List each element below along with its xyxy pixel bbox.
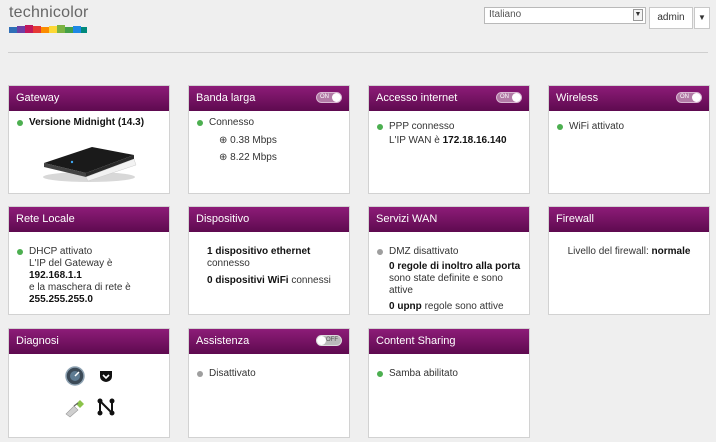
toggle-knob — [332, 93, 341, 102]
user-menu-button[interactable]: admin — [649, 7, 693, 29]
assistance-toggle[interactable]: OFF — [316, 335, 342, 346]
wan-port-rules-text: sono state definite e sono attive — [389, 273, 503, 296]
device-ethernet-text: connesso — [207, 258, 250, 269]
card-content-sharing[interactable]: Content Sharing Samba abilitato — [368, 328, 530, 438]
card-assistance-header[interactable]: Assistenza OFF — [189, 329, 349, 354]
wireless-toggle[interactable]: ON — [676, 92, 702, 103]
card-internet-header[interactable]: Accesso internet ON — [369, 86, 529, 111]
card-firewall-header[interactable]: Firewall — [549, 207, 709, 232]
wan-upnp-rules: 0 upnp regole sono attive — [389, 301, 504, 312]
toggle-knob — [692, 93, 701, 102]
lan-gateway-ip: L'IP del Gateway è 192.168.1.1 — [29, 258, 113, 281]
lan-dhcp-status: DHCP attivato — [17, 246, 161, 258]
status-dot-icon — [377, 249, 383, 255]
card-gateway[interactable]: Gateway Versione Midnight (14.3) — [8, 85, 170, 194]
brand-logo-text: technicolor — [9, 4, 89, 21]
card-title: Firewall — [556, 213, 594, 225]
internet-status: PPP connesso — [377, 121, 521, 133]
status-dot-icon — [197, 120, 203, 126]
content-sharing-status: Samba abilitato — [377, 368, 521, 380]
internet-toggle[interactable]: ON — [496, 92, 522, 103]
device-ethernet-count: 1 dispositivo ethernet — [207, 246, 311, 257]
card-firewall[interactable]: Firewall Livello del firewall: normale — [548, 206, 710, 315]
card-title: Dispositivo — [196, 213, 250, 225]
toggle-knob — [512, 93, 521, 102]
card-broadband[interactable]: Banda larga ON Connesso ⊕ 0.38 Mbps ⊕ 8.… — [188, 85, 350, 194]
shield-icon[interactable] — [99, 370, 113, 383]
status-dot-icon — [377, 124, 383, 130]
chevron-down-icon[interactable]: ▼ — [633, 9, 643, 21]
card-local-network[interactable]: Rete Locale DHCP attivato L'IP del Gatew… — [8, 206, 170, 315]
broadband-toggle[interactable]: ON — [316, 92, 342, 103]
wireless-status: WiFi attivato — [557, 121, 701, 133]
card-title: Assistenza — [196, 335, 250, 347]
lan-netmask-label: e la maschera di rete è — [29, 282, 131, 293]
firewall-level: Livello del firewall: normale — [567, 246, 691, 257]
language-select-value: Italiano — [489, 9, 522, 20]
speedometer-icon[interactable] — [65, 366, 85, 386]
status-dot-icon — [197, 371, 203, 377]
broadband-download: ⊕ 8.22 Mbps — [219, 152, 277, 163]
card-title: Wireless — [556, 92, 599, 104]
card-broadband-header[interactable]: Banda larga ON — [189, 86, 349, 111]
broadband-upload: ⊕ 0.38 Mbps — [219, 135, 277, 146]
card-wireless[interactable]: Wireless ON WiFi attivato — [548, 85, 710, 194]
status-dot-icon — [17, 249, 23, 255]
device-wifi-count: 0 dispositivi WiFi connessi — [207, 275, 331, 286]
card-device-header[interactable]: Dispositivo — [189, 207, 349, 232]
card-gateway-header[interactable]: Gateway — [9, 86, 169, 111]
internet-wan-ip: L'IP WAN è 172.18.16.140 — [389, 135, 507, 146]
page-header: technicolor Italiano ▼ admin ▼ — [0, 0, 716, 56]
upload-arrow-icon: ⊕ — [219, 135, 228, 146]
card-wan-services-header[interactable]: Servizi WAN — [369, 207, 529, 232]
wan-port-rules: 0 regole di inoltro alla porta — [389, 261, 521, 272]
broadband-status: Connesso — [197, 117, 341, 129]
card-title: Banda larga — [196, 92, 256, 104]
lan-netmask: 255.255.255.0 — [29, 294, 93, 305]
status-dot-icon — [377, 371, 383, 377]
header-divider — [8, 52, 708, 53]
network-nodes-icon[interactable] — [97, 398, 115, 416]
card-wan-services[interactable]: Servizi WAN DMZ disattivato 0 regole di … — [368, 206, 530, 315]
language-select[interactable]: Italiano ▼ — [484, 7, 646, 24]
download-arrow-icon: ⊕ — [219, 152, 228, 163]
card-title: Accesso internet — [376, 92, 458, 104]
status-dot-icon — [17, 120, 23, 126]
router-image-icon — [43, 147, 137, 182]
card-assistance[interactable]: Assistenza OFF Disattivato — [188, 328, 350, 438]
card-title: Servizi WAN — [376, 213, 438, 225]
toggle-knob — [317, 336, 326, 345]
brand-logo-icon — [9, 25, 87, 33]
assistance-status: Disattivato — [197, 368, 341, 380]
card-device[interactable]: Dispositivo 1 dispositivo ethernet conne… — [188, 206, 350, 315]
card-diagnostics-header[interactable]: Diagnosi — [9, 329, 169, 354]
caret-down-icon[interactable]: ▼ — [694, 7, 710, 29]
card-wireless-header[interactable]: Wireless ON — [549, 86, 709, 111]
card-lan-header[interactable]: Rete Locale — [9, 207, 169, 232]
card-diagnostics[interactable]: Diagnosi — [8, 328, 170, 438]
gateway-version: Versione Midnight (14.3) — [17, 117, 161, 129]
wan-dmz-status: DMZ disattivato — [377, 246, 521, 258]
card-title: Rete Locale — [16, 213, 75, 225]
card-title: Content Sharing — [376, 335, 456, 347]
status-dot-icon — [557, 124, 563, 130]
card-content-sharing-header[interactable]: Content Sharing — [369, 329, 529, 354]
card-internet-access[interactable]: Accesso internet ON PPP connesso L'IP WA… — [368, 85, 530, 194]
network-cable-icon[interactable] — [64, 398, 86, 418]
card-title: Gateway — [16, 92, 60, 104]
card-title: Diagnosi — [16, 335, 59, 347]
